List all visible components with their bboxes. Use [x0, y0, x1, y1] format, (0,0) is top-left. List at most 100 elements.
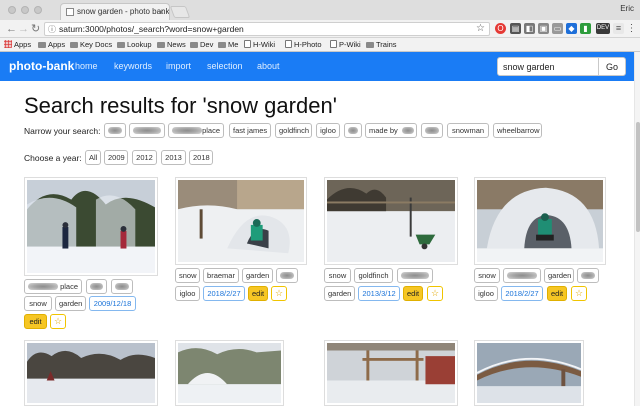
photo-thumbnail[interactable] — [474, 177, 606, 265]
reload-icon[interactable]: ↻ — [31, 22, 40, 36]
redacted-tag[interactable] — [397, 268, 433, 283]
tag-snow[interactable]: snow — [175, 268, 200, 283]
extension-icon[interactable]: DEV — [596, 23, 610, 34]
bookmark-lookup[interactable]: Lookup — [117, 38, 152, 51]
place-tag[interactable]: place — [24, 279, 82, 294]
tag-goldfinch[interactable]: goldfinch — [275, 123, 312, 138]
date-link[interactable]: 2018/2/27 — [501, 286, 543, 301]
search-input[interactable] — [497, 57, 599, 76]
back-arrow-icon[interactable]: ← — [6, 22, 17, 36]
screen-capture-icon[interactable]: ▣ — [538, 23, 549, 34]
extension-icon[interactable]: ▮ — [580, 23, 591, 34]
bookmark-news[interactable]: News — [157, 38, 186, 51]
edit-button[interactable]: edit — [24, 314, 47, 329]
tag-goldfinch[interactable]: goldfinch — [354, 268, 393, 283]
brand-link[interactable]: photo-bank — [9, 59, 74, 73]
star-icon[interactable]: ☆ — [50, 314, 66, 329]
tag-igloo[interactable]: igloo — [175, 286, 200, 301]
cast-icon[interactable]: ▭ — [552, 23, 563, 34]
extension-icon[interactable]: ◆ — [566, 23, 577, 34]
year-2013[interactable]: 2013 — [161, 150, 186, 165]
tag-snow[interactable]: snow — [24, 296, 52, 311]
photo-thumbnail[interactable] — [324, 177, 458, 265]
tag-garden[interactable]: garden — [242, 268, 273, 283]
opera-extension-icon[interactable]: O — [495, 23, 506, 34]
redacted-tag[interactable] — [129, 123, 165, 138]
tag-garden[interactable]: garden — [544, 268, 574, 283]
tag-braemar[interactable]: braemar — [203, 268, 239, 283]
bookmark-p-wiki[interactable]: P-Wiki — [330, 38, 361, 51]
date-link[interactable]: 2018/2/27 — [203, 286, 245, 301]
redacted-tag[interactable] — [104, 123, 126, 138]
nav-selection[interactable]: selection — [207, 61, 243, 71]
edit-button[interactable]: edit — [403, 286, 423, 301]
scrollbar-thumb[interactable] — [636, 122, 640, 232]
nav-about[interactable]: about — [257, 61, 280, 71]
photo-thumbnail[interactable] — [24, 177, 158, 276]
tag-garden[interactable]: garden — [324, 286, 355, 301]
address-url[interactable]: saturn:3000/photos/_search?word=snow+gar… — [59, 24, 244, 34]
address-bar[interactable]: ⓘ saturn:3000/photos/_search?word=snow+g… — [44, 22, 490, 36]
year-2009[interactable]: 2009 — [104, 150, 128, 165]
menu-icon[interactable]: ≡ — [613, 23, 624, 34]
edit-button[interactable]: edit — [248, 286, 268, 301]
bookmark-star-icon[interactable]: ☆ — [476, 23, 485, 35]
redacted-tag[interactable] — [111, 279, 133, 294]
minimize-window-icon[interactable] — [21, 6, 29, 14]
tag-fast-james[interactable]: fast james — [229, 123, 271, 138]
bookmark-me[interactable]: Me — [218, 38, 238, 51]
tag-snow[interactable]: snow — [474, 268, 500, 283]
bookmark-trains[interactable]: Trains — [366, 38, 397, 51]
browser-tab[interactable]: snow garden - photo bank × — [60, 3, 170, 20]
redacted-tag[interactable] — [344, 123, 362, 138]
redacted-tag[interactable] — [421, 123, 443, 138]
year-all[interactable]: All — [85, 150, 101, 165]
star-icon[interactable]: ☆ — [427, 286, 443, 301]
tag-wheelbarrow[interactable]: wheelbarrow — [493, 123, 542, 138]
bookmark-apps-grid[interactable]: Apps — [4, 38, 31, 51]
edit-button[interactable]: edit — [547, 286, 567, 301]
new-tab-button[interactable] — [169, 6, 191, 18]
star-icon[interactable]: ☆ — [271, 286, 287, 301]
photo-thumbnail[interactable] — [175, 340, 284, 406]
date-link[interactable]: 2013/3/12 — [358, 286, 400, 301]
tab-close-icon[interactable]: × — [159, 4, 164, 20]
photo-thumbnail[interactable] — [24, 340, 158, 406]
nav-keywords[interactable]: keywords — [114, 61, 152, 71]
tag-garden[interactable]: garden — [55, 296, 86, 311]
photo-thumbnail[interactable] — [324, 340, 458, 406]
extension-icon[interactable]: ▤ — [510, 23, 521, 34]
go-button[interactable]: Go — [598, 57, 626, 76]
photo-thumbnail[interactable] — [175, 177, 307, 265]
close-window-icon[interactable] — [8, 6, 16, 14]
redacted-tag[interactable] — [86, 279, 107, 294]
extension-icon[interactable]: ◧ — [524, 23, 535, 34]
year-2018[interactable]: 2018 — [189, 150, 213, 165]
tag-snow[interactable]: snow — [324, 268, 351, 283]
page-scrollbar[interactable] — [634, 52, 640, 406]
year-2012[interactable]: 2012 — [132, 150, 157, 165]
tag-igloo[interactable]: igloo — [474, 286, 498, 301]
redacted-tag[interactable] — [276, 268, 298, 283]
bookmark-h-photo[interactable]: H-Photo — [285, 38, 322, 51]
tag-igloo[interactable]: igloo — [316, 123, 340, 138]
profile-name[interactable]: Eric — [620, 4, 634, 13]
bookmark-apps[interactable]: Apps — [38, 38, 65, 51]
star-icon[interactable]: ☆ — [571, 286, 587, 301]
date-link[interactable]: 2009/12/18 — [89, 296, 136, 311]
tag-snowman[interactable]: snowman — [447, 123, 489, 138]
bookmark-dev[interactable]: Dev — [190, 38, 213, 51]
made-by-tag[interactable]: made by — [365, 123, 417, 138]
site-info-icon[interactable]: ⓘ — [48, 24, 56, 36]
nav-import[interactable]: import — [166, 61, 191, 71]
bookmark-key-docs[interactable]: Key Docs — [70, 38, 112, 51]
redacted-tag[interactable] — [503, 268, 541, 283]
nav-home[interactable]: home — [75, 61, 98, 71]
place-tag[interactable]: place — [168, 123, 224, 138]
zoom-window-icon[interactable] — [34, 6, 42, 14]
photo-thumbnail[interactable] — [474, 340, 584, 406]
forward-arrow-icon[interactable]: → — [18, 22, 29, 36]
bookmark-h-wiki[interactable]: H-Wiki — [244, 38, 275, 51]
redacted-tag[interactable] — [577, 268, 599, 283]
more-menu-icon[interactable]: ⋮ — [626, 23, 637, 34]
